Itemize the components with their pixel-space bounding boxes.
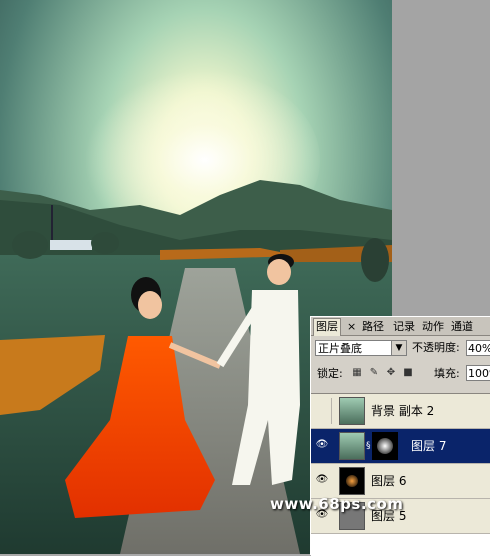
tab-history[interactable]: 记录 — [391, 319, 417, 335]
tab-channels[interactable]: 通道 — [449, 319, 475, 335]
watermark: www.68ps.com — [270, 495, 404, 513]
opacity-label: 不透明度: — [412, 341, 460, 354]
layer-thumbnail — [339, 397, 365, 425]
panel-tab-bar: 图层 × 路径 记录 动作 通道 — [311, 317, 490, 336]
layers-panel: 图层 × 路径 记录 动作 通道 正片叠底 ▼ 不透明度: 40% 锁定: ▦ … — [310, 316, 490, 556]
lock-label: 锁定: — [317, 367, 343, 380]
layer-name: 背景 副本 2 — [371, 404, 435, 418]
tab-layers[interactable]: 图层 — [313, 318, 341, 336]
opacity-input[interactable]: 40% — [466, 340, 490, 356]
lock-all-icon[interactable]: ■ — [402, 367, 414, 379]
lock-brush-icon[interactable]: ✎ — [368, 367, 380, 379]
layer-name: 图层 7 — [411, 439, 447, 453]
layer-list: 背景 副本 2 👁 § 图层 7 👁 图层 6 👁 图层 5 — [311, 393, 490, 556]
dropdown-arrow-icon[interactable]: ▼ — [391, 341, 406, 355]
chain-link-icon[interactable]: § — [366, 440, 371, 452]
layer-mask-thumbnail[interactable] — [372, 432, 398, 460]
lock-move-icon[interactable]: ✥ — [385, 367, 397, 379]
visibility-toggle[interactable] — [313, 398, 332, 424]
layer-name: 图层 6 — [371, 474, 407, 488]
layer-thumbnail — [339, 432, 365, 460]
tab-paths[interactable]: 路径 — [360, 319, 386, 335]
fill-label: 填充: — [434, 367, 460, 380]
eye-icon[interactable]: 👁 — [315, 439, 329, 451]
layer-row[interactable]: 👁 § 图层 7 — [311, 429, 490, 464]
lock-transparent-icon[interactable]: ▦ — [351, 367, 363, 379]
close-icon[interactable]: × — [347, 320, 356, 334]
layer-row[interactable]: 👁 图层 6 — [311, 464, 490, 499]
layer-row[interactable]: 背景 副本 2 — [311, 394, 490, 429]
fill-input[interactable]: 100% — [466, 365, 490, 381]
eye-icon[interactable]: 👁 — [315, 474, 329, 486]
layer-thumbnail — [339, 467, 365, 495]
tab-actions[interactable]: 动作 — [420, 319, 446, 335]
